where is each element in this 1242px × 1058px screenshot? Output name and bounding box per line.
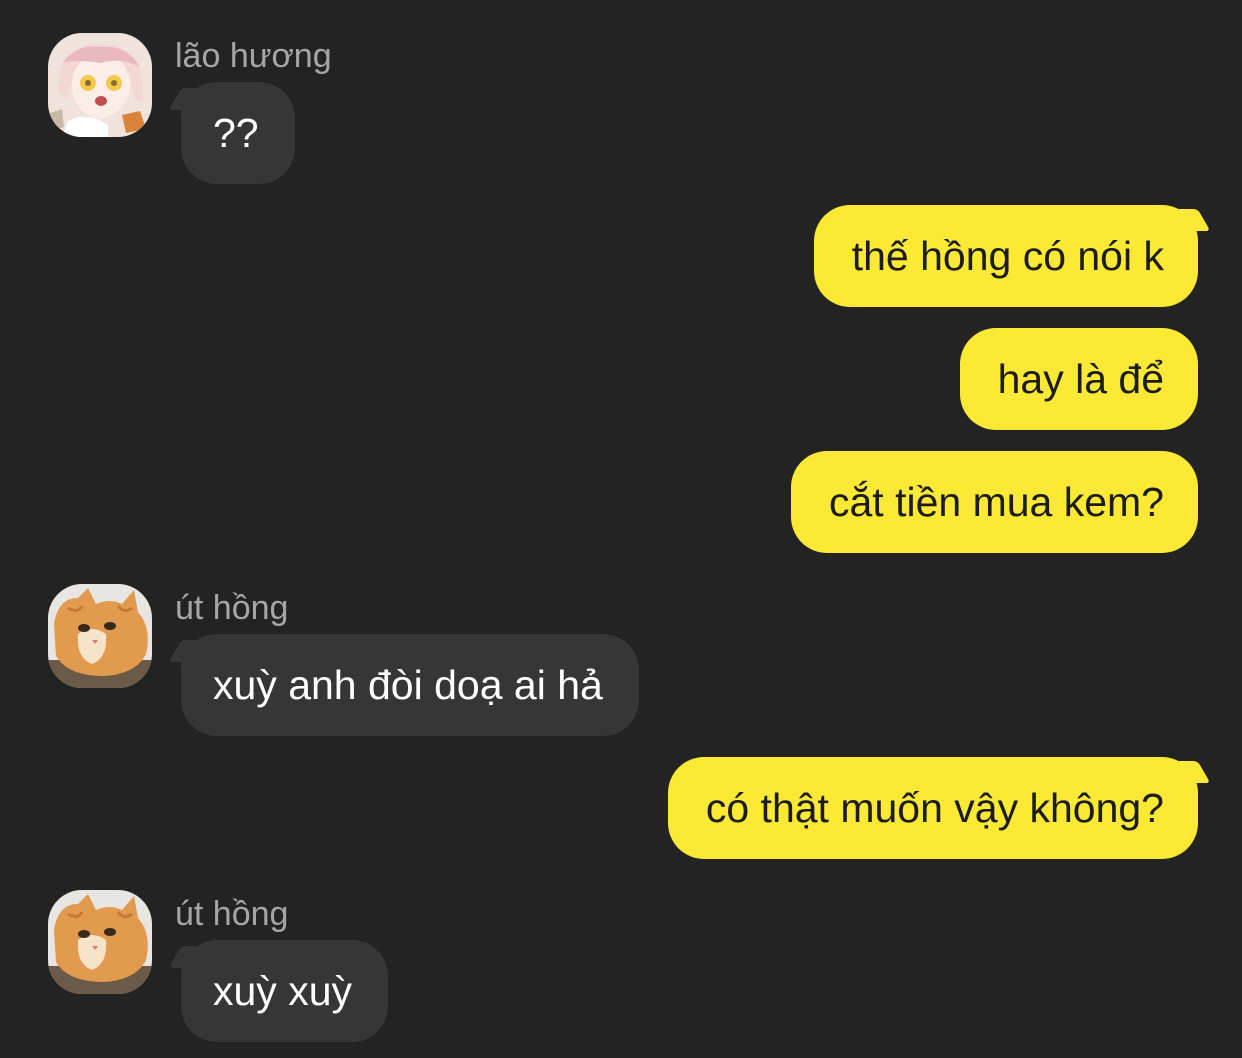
message-bubble-incoming[interactable]: xuỳ anh đòi doạ ai hả [181,634,639,736]
avatar[interactable] [48,33,152,137]
message-text: ?? [213,110,259,156]
orange-cat-avatar-icon [48,584,152,688]
sender-name: lão hương [175,37,332,75]
message-text: có thật muốn vậy không? [705,785,1164,831]
message-bubble-incoming[interactable]: ?? [181,82,295,184]
message-bubble-outgoing[interactable]: có thật muốn vậy không? [667,757,1198,859]
anime-girl-avatar-icon [48,33,152,137]
sender-name: út hồng [175,895,289,933]
message-text: hay là để [997,356,1164,402]
message-text: thế hồng có nói k [851,233,1164,279]
message-bubble-outgoing[interactable]: cắt tiền mua kem? [791,451,1198,553]
chat-conversation: lão hương ?? thế hồng có nói k hay là để… [0,0,1242,1058]
message-bubble-outgoing[interactable]: hay là để [959,328,1198,430]
orange-cat-avatar-icon [48,890,152,994]
avatar[interactable] [48,890,152,994]
message-text: xuỳ xuỳ [213,968,352,1014]
avatar[interactable] [48,584,152,688]
sender-name: út hồng [175,589,289,627]
message-text: xuỳ anh đòi doạ ai hả [213,662,603,708]
message-bubble-incoming[interactable]: xuỳ xuỳ [181,940,388,1042]
message-text: cắt tiền mua kem? [829,479,1164,525]
message-bubble-outgoing[interactable]: thế hồng có nói k [813,205,1198,307]
